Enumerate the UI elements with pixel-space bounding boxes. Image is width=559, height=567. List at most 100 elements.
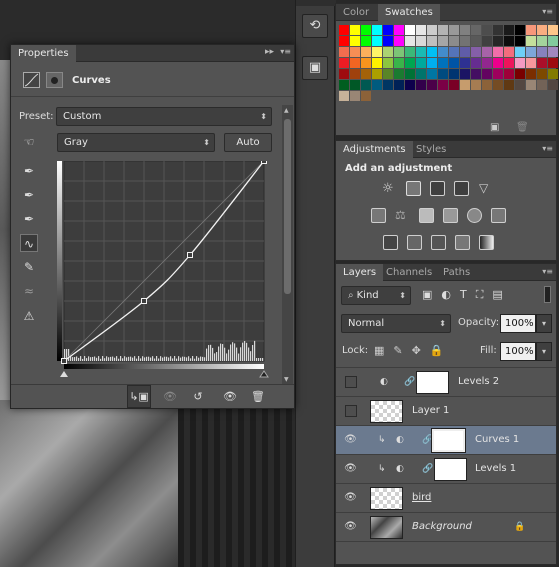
channel-mixer-icon[interactable] [467, 208, 482, 223]
swatch[interactable] [438, 69, 448, 79]
dock-grip[interactable] [296, 0, 336, 6]
swatch[interactable] [350, 80, 360, 90]
panel-menu-icon[interactable]: ▾≡ [280, 47, 291, 56]
swatch[interactable] [438, 25, 448, 35]
black-point-eyedropper-icon[interactable]: ✒ [20, 162, 38, 180]
swatch[interactable] [372, 25, 382, 35]
selective-color-icon[interactable] [455, 235, 470, 250]
swatch[interactable] [361, 91, 371, 101]
panel-menu-icon[interactable]: ▾≡ [539, 7, 553, 17]
swatch[interactable] [471, 36, 481, 46]
swatch[interactable] [526, 36, 536, 46]
swatch[interactable] [361, 80, 371, 90]
swatch[interactable] [361, 69, 371, 79]
scroll-up-icon[interactable]: ▲ [284, 107, 289, 114]
swatch[interactable] [493, 69, 503, 79]
layer-thumbnail[interactable] [370, 487, 403, 510]
channel-dropdown[interactable]: Gray ⬍ [57, 133, 215, 152]
layer-filter-icons[interactable]: ▣◐T⛶▤ [422, 288, 512, 302]
collapse-icon[interactable]: ▸▸ [265, 47, 274, 57]
swatch[interactable] [526, 58, 536, 68]
swatch[interactable] [537, 58, 547, 68]
curve-control-point[interactable] [141, 298, 147, 304]
chain-link-icon[interactable]: 🔗 [404, 377, 415, 387]
swatch[interactable] [526, 25, 536, 35]
swatch[interactable] [383, 36, 393, 46]
swatch[interactable] [548, 80, 558, 90]
swatch[interactable] [482, 80, 492, 90]
layer-row[interactable]: 👁 Background 🔒 [336, 513, 556, 542]
swatch[interactable] [405, 69, 415, 79]
layer-row[interactable]: 👁 ↳ ◐ 🔗 Curves 1 [336, 426, 556, 455]
swatch[interactable] [482, 69, 492, 79]
swatch[interactable] [482, 25, 492, 35]
curve-control-point[interactable] [187, 252, 193, 258]
swatch[interactable] [537, 47, 547, 57]
chain-link-icon[interactable]: 🔗 [422, 464, 433, 474]
scroll-down-icon[interactable]: ▼ [284, 376, 289, 383]
swatch[interactable] [339, 69, 349, 79]
levels-icon[interactable] [406, 181, 421, 196]
swatch[interactable] [383, 69, 393, 79]
swatch[interactable] [350, 36, 360, 46]
swatch[interactable] [394, 47, 404, 57]
black-white-icon[interactable] [419, 208, 434, 223]
color-balance-icon[interactable]: ⚖ [395, 208, 410, 223]
layer-row[interactable]: 👁 bird [336, 484, 556, 513]
swatch[interactable] [537, 69, 547, 79]
layer-row[interactable]: 👁 ↳ ◐ 🔗 Levels 1 [336, 455, 556, 484]
swatch[interactable] [504, 58, 514, 68]
swatch[interactable] [339, 25, 349, 35]
swatch[interactable] [548, 47, 558, 57]
blend-mode-dropdown[interactable]: Normal ⬍ [341, 314, 451, 333]
swatch[interactable] [460, 36, 470, 46]
swatch[interactable] [394, 69, 404, 79]
edit-points-icon[interactable]: ∿ [20, 234, 38, 252]
tab-paths[interactable]: Paths [436, 264, 477, 281]
swatch[interactable] [504, 36, 514, 46]
swatch[interactable] [350, 69, 360, 79]
swatch[interactable] [372, 58, 382, 68]
fill-dropdown-icon[interactable]: ▾ [536, 342, 552, 361]
invert-icon[interactable] [383, 235, 398, 250]
visibility-toggle[interactable] [345, 405, 357, 417]
swatch[interactable] [526, 47, 536, 57]
threshold-icon[interactable] [431, 235, 446, 250]
swatch[interactable] [405, 25, 415, 35]
swatch[interactable] [350, 91, 360, 101]
swatch[interactable] [537, 25, 547, 35]
tab-layers[interactable]: Layers [336, 264, 384, 281]
properties-titlebar[interactable]: Properties ▸▸ ▾≡ [11, 45, 294, 62]
reset-icon[interactable]: ↺ [189, 389, 207, 405]
swatch[interactable] [548, 58, 558, 68]
swatch[interactable] [427, 69, 437, 79]
swatch[interactable] [493, 47, 503, 57]
swatch[interactable] [339, 36, 349, 46]
new-swatch-icon[interactable]: ▣ [490, 122, 502, 133]
vibrance-icon[interactable]: ▽ [479, 181, 494, 196]
eye-icon[interactable]: 👁 [344, 522, 357, 532]
auto-button[interactable]: Auto [224, 133, 272, 152]
hue-saturation-icon[interactable] [371, 208, 386, 223]
layer-row[interactable]: ◐ 🔗 Levels 2 [336, 368, 556, 397]
layer-row[interactable]: Layer 1 [336, 397, 556, 426]
black-point-slider[interactable] [60, 371, 68, 377]
swatch[interactable] [526, 69, 536, 79]
layer-thumbnail[interactable] [370, 400, 403, 423]
tab-styles[interactable]: Styles [409, 141, 453, 158]
swatch[interactable] [372, 47, 382, 57]
posterize-icon[interactable] [407, 235, 422, 250]
view-previous-state-icon[interactable]: 👁 [161, 389, 179, 405]
swatch[interactable] [438, 47, 448, 57]
swatch[interactable] [372, 80, 382, 90]
lock-icons[interactable]: ▦✎✥🔒 [374, 344, 453, 357]
filter-toggle-switch[interactable] [544, 286, 551, 303]
swatch[interactable] [438, 58, 448, 68]
swatch[interactable] [361, 47, 371, 57]
layer-thumbnail[interactable] [370, 516, 403, 539]
swatch[interactable] [394, 36, 404, 46]
delete-icon[interactable]: 🗑 [249, 389, 267, 405]
swatch[interactable] [515, 80, 525, 90]
scroll-thumb[interactable] [284, 119, 291, 294]
layer-mask-thumbnail[interactable] [431, 428, 466, 453]
